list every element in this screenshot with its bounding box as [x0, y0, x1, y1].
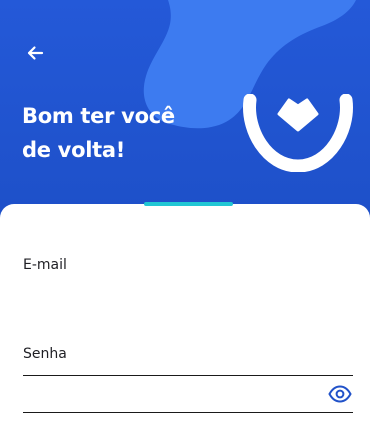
password-input[interactable]: [23, 381, 323, 409]
brand-logo-icon: [243, 94, 353, 172]
email-input[interactable]: [23, 316, 323, 344]
arrow-left-icon: [27, 46, 44, 60]
page-title-line-2: de volta!: [22, 138, 125, 162]
email-field-group: E-mail: [23, 256, 353, 376]
password-underline: [23, 412, 353, 413]
password-label: Senha: [23, 346, 67, 362]
active-tab-indicator: [144, 202, 233, 206]
password-field-group: Senha: [23, 345, 353, 413]
back-button[interactable]: [20, 38, 50, 68]
page-title-line-1: Bom ter você: [22, 104, 175, 128]
login-form-sheet: E-mail Senha: [0, 204, 370, 430]
page-title: Bom ter você de volta!: [22, 99, 222, 167]
login-screen: Bom ter você de volta! E-mail Senha: [0, 0, 370, 430]
email-underline: [23, 375, 353, 376]
eye-icon: [328, 385, 352, 403]
email-label: E-mail: [23, 257, 67, 273]
show-password-button[interactable]: [327, 381, 353, 407]
